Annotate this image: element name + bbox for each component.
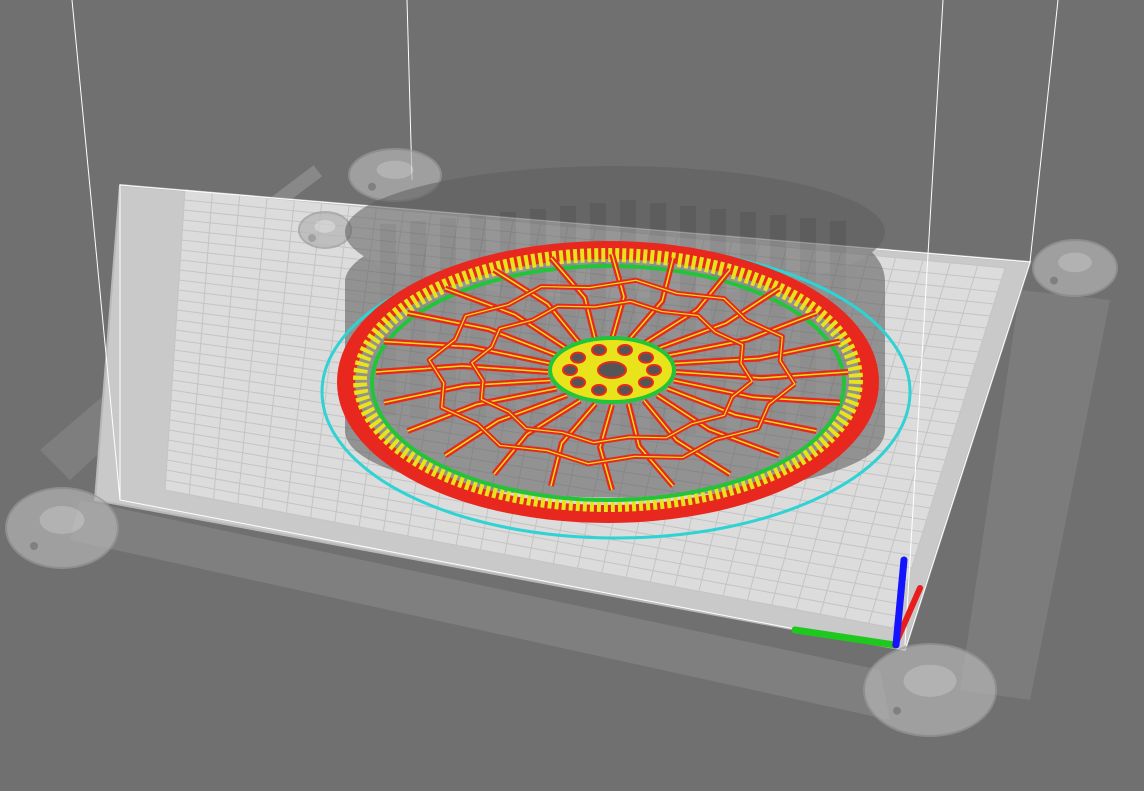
- layer-hub-hole: [637, 351, 654, 364]
- bed-clip-screw: [368, 182, 376, 191]
- layer-hub-hole: [616, 344, 633, 357]
- ghost-model-rib: [710, 209, 726, 431]
- ghost-model-rib: [620, 200, 636, 440]
- bed-clip-screw: [1050, 276, 1058, 285]
- layer-hub-hole: [616, 383, 633, 396]
- bed-clip-knob: [903, 664, 957, 697]
- bed-clip-front-right-icon: [863, 643, 997, 737]
- bed-clip-screw: [308, 234, 316, 243]
- layer-hub-hole: [562, 364, 578, 376]
- ghost-model-rib: [410, 221, 426, 419]
- layer-hub-hole: [570, 351, 587, 364]
- bed-clip-back-right-icon: [1032, 239, 1118, 297]
- 3d-viewport[interactable]: [0, 0, 1144, 791]
- layer-hub-center-hole: [597, 361, 627, 379]
- viewport-canvas[interactable]: [0, 0, 1144, 791]
- layer-hub-hole: [570, 376, 587, 389]
- bed-clip-knob: [1058, 252, 1092, 273]
- layer-hub-hole: [591, 344, 608, 357]
- bed-clip-knob: [314, 220, 336, 233]
- bed-clip-front-left-icon: [5, 487, 119, 569]
- layer-hub-hole: [591, 383, 608, 396]
- layer-hub-hole: [637, 376, 654, 389]
- bed-clip-screw: [893, 706, 901, 715]
- bed-clip-screw: [30, 542, 38, 550]
- bed-clip-knob: [376, 160, 414, 179]
- bed-clip-left-mid-icon: [298, 211, 352, 249]
- layer-hub-hole: [646, 364, 662, 376]
- bed-clip-knob: [39, 506, 85, 534]
